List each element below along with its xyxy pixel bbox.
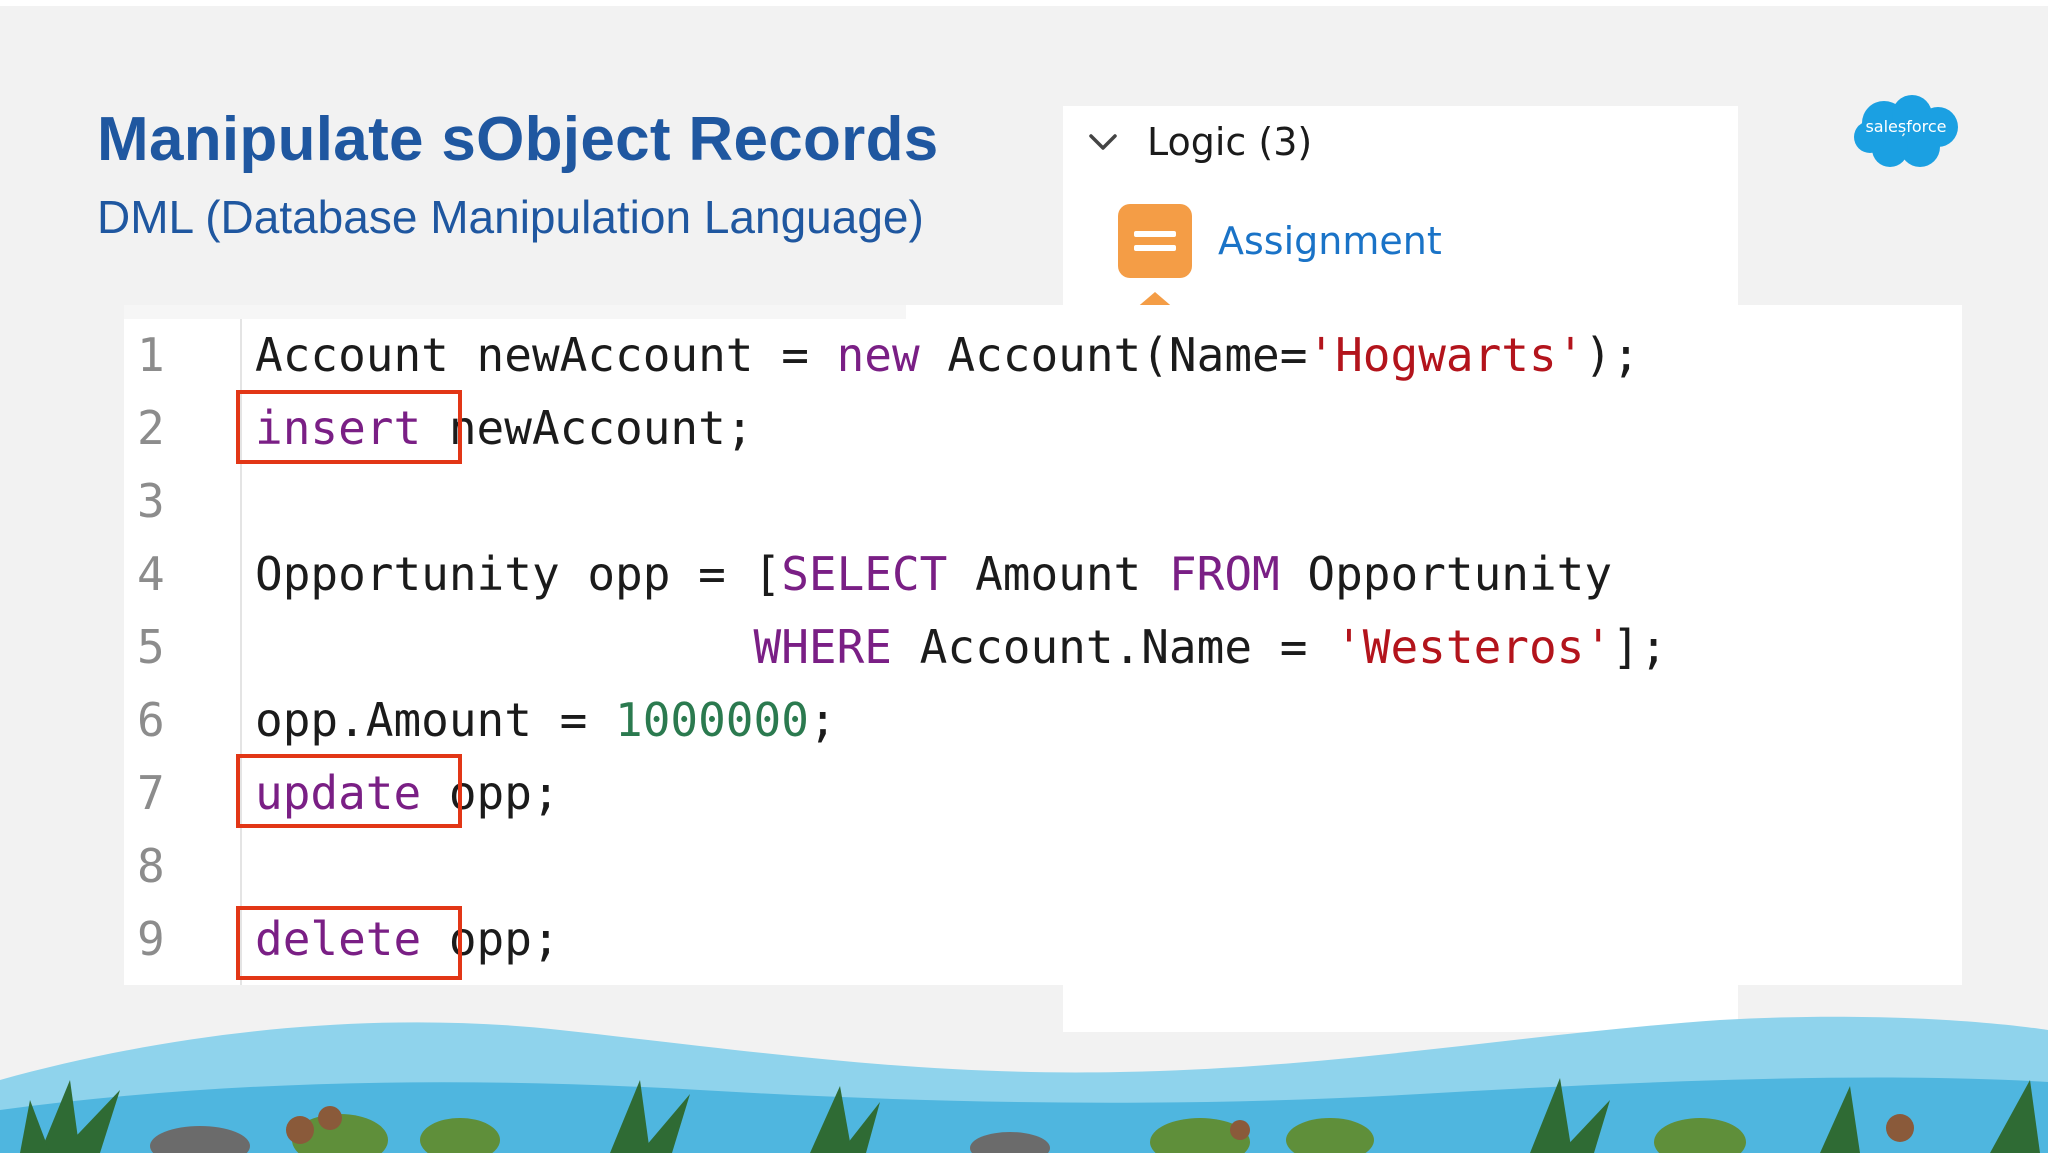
code-text: Account newAccount = new Account(Name='H… bbox=[255, 320, 1640, 390]
code-token: opp.Amount = bbox=[255, 693, 616, 747]
landscape-decoration bbox=[0, 1016, 2048, 1153]
code-text: opp.Amount = 1000000; bbox=[255, 685, 837, 755]
line-number: 9 bbox=[137, 912, 165, 966]
code-line: 3 bbox=[124, 466, 1962, 536]
top-border bbox=[0, 0, 2048, 6]
slide-subtitle: DML (Database Manipulation Language) bbox=[97, 191, 924, 243]
code-token: Opportunity bbox=[1279, 547, 1613, 601]
code-string: 'Westeros' bbox=[1335, 620, 1613, 674]
code-string: 'Hogwarts' bbox=[1307, 328, 1585, 382]
salesforce-logo-text: salesforce bbox=[1865, 117, 1947, 136]
code-token: ); bbox=[1584, 328, 1640, 382]
code-line: 6 opp.Amount = 1000000; bbox=[124, 685, 1962, 755]
code-keyword: new bbox=[836, 328, 920, 382]
line-number: 4 bbox=[137, 547, 165, 601]
code-line: 8 bbox=[124, 831, 1962, 901]
chevron-down-icon[interactable] bbox=[1085, 124, 1121, 160]
code-token: Account.Name = bbox=[891, 620, 1336, 674]
code-text: Opportunity opp = [SELECT Amount FROM Op… bbox=[255, 539, 1612, 609]
code-line: 1 Account newAccount = new Account(Name='… bbox=[124, 320, 1962, 390]
line-number: 5 bbox=[137, 620, 165, 674]
assignment-element[interactable]: Assignment bbox=[1118, 204, 1442, 278]
logic-section-label: Logic (3) bbox=[1147, 120, 1313, 164]
line-number: 8 bbox=[137, 839, 165, 893]
code-keyword: WHERE bbox=[753, 620, 892, 674]
delete-highlight-box bbox=[236, 906, 462, 980]
line-number: 7 bbox=[137, 766, 165, 820]
code-token: ]; bbox=[1612, 620, 1668, 674]
assignment-icon bbox=[1118, 204, 1192, 278]
line-number: 3 bbox=[137, 474, 165, 528]
update-highlight-box bbox=[236, 754, 462, 828]
logic-section-header[interactable]: Logic (3) bbox=[1085, 120, 1312, 164]
line-number: 6 bbox=[137, 693, 165, 747]
insert-highlight-box bbox=[236, 390, 462, 464]
code-keyword: SELECT bbox=[781, 547, 948, 601]
code-token: Opportunity opp = [ bbox=[255, 547, 782, 601]
code-line: 5 WHERE Account.Name = 'Westeros']; bbox=[124, 612, 1962, 682]
code-token: newAccount; bbox=[421, 401, 754, 455]
code-editor: 1 Account newAccount = new Account(Name='… bbox=[124, 305, 1962, 985]
code-token: Amount bbox=[947, 547, 1169, 601]
line-number: 2 bbox=[137, 401, 165, 455]
code-token: Account newAccount = bbox=[255, 328, 837, 382]
slide-title: Manipulate sObject Records bbox=[97, 105, 939, 174]
code-keyword: FROM bbox=[1168, 547, 1280, 601]
code-line: 4 Opportunity opp = [SELECT Amount FROM O… bbox=[124, 539, 1962, 609]
assignment-label: Assignment bbox=[1218, 219, 1442, 263]
code-number: 1000000 bbox=[615, 693, 809, 747]
code-text: WHERE Account.Name = 'Westeros']; bbox=[255, 612, 1668, 682]
line-number: 1 bbox=[137, 328, 165, 382]
code-token: Account(Name= bbox=[919, 328, 1308, 382]
code-token: ; bbox=[808, 693, 837, 747]
